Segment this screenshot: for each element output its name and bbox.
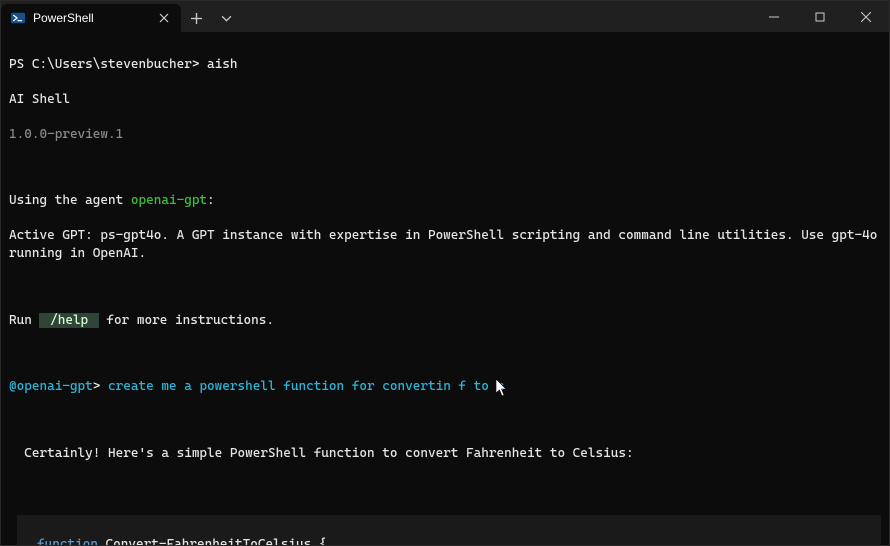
tab-label: PowerShell xyxy=(33,11,149,25)
agent-name: openai-gpt xyxy=(131,193,207,208)
titlebar-drag-area[interactable] xyxy=(241,1,751,32)
tab-powershell[interactable]: PowerShell xyxy=(1,4,181,32)
using-agent-pre: Using the agent xyxy=(9,193,131,208)
powershell-icon xyxy=(11,11,25,25)
using-agent-post: : xyxy=(207,193,215,208)
titlebar: PowerShell xyxy=(1,1,889,32)
maximize-button[interactable] xyxy=(797,1,843,32)
help-command: /help xyxy=(39,313,98,328)
code-block: function Convert-FahrenheitToCelsius { p… xyxy=(17,515,881,545)
ps-command: aish xyxy=(207,57,237,72)
banner-version: 1.0.0-preview.1 xyxy=(9,126,881,144)
code-keyword: function xyxy=(37,537,98,545)
active-gpt-desc: Active GPT: ps-gpt4o. A GPT instance wit… xyxy=(9,227,881,262)
close-window-button[interactable] xyxy=(843,1,889,32)
tab-dropdown-button[interactable] xyxy=(211,4,241,32)
user-query: create me a powershell function for conv… xyxy=(108,379,504,394)
tab-strip: PowerShell xyxy=(1,1,241,32)
window-controls xyxy=(751,1,889,32)
banner-title: AI Shell xyxy=(9,91,881,109)
code-fn-name: Convert-FahrenheitToCelsius { xyxy=(98,537,327,545)
run-pre: Run xyxy=(9,313,39,328)
new-tab-button[interactable] xyxy=(181,4,211,32)
terminal-window: PowerShell PS C:\Users xyxy=(0,0,890,546)
tab-close-icon[interactable] xyxy=(157,11,171,25)
run-post: for more instructions. xyxy=(99,313,274,328)
ai-prompt-gt: > xyxy=(93,379,108,394)
minimize-button[interactable] xyxy=(751,1,797,32)
reply-intro: Certainly! Here's a simple PowerShell fu… xyxy=(9,445,881,463)
terminal-body[interactable]: PS C:\Users\stevenbucher> aish AI Shell … xyxy=(1,32,889,545)
ps-prompt: PS C:\Users\stevenbucher> xyxy=(9,57,207,72)
ai-prompt-agent: @openai-gpt xyxy=(9,379,93,394)
